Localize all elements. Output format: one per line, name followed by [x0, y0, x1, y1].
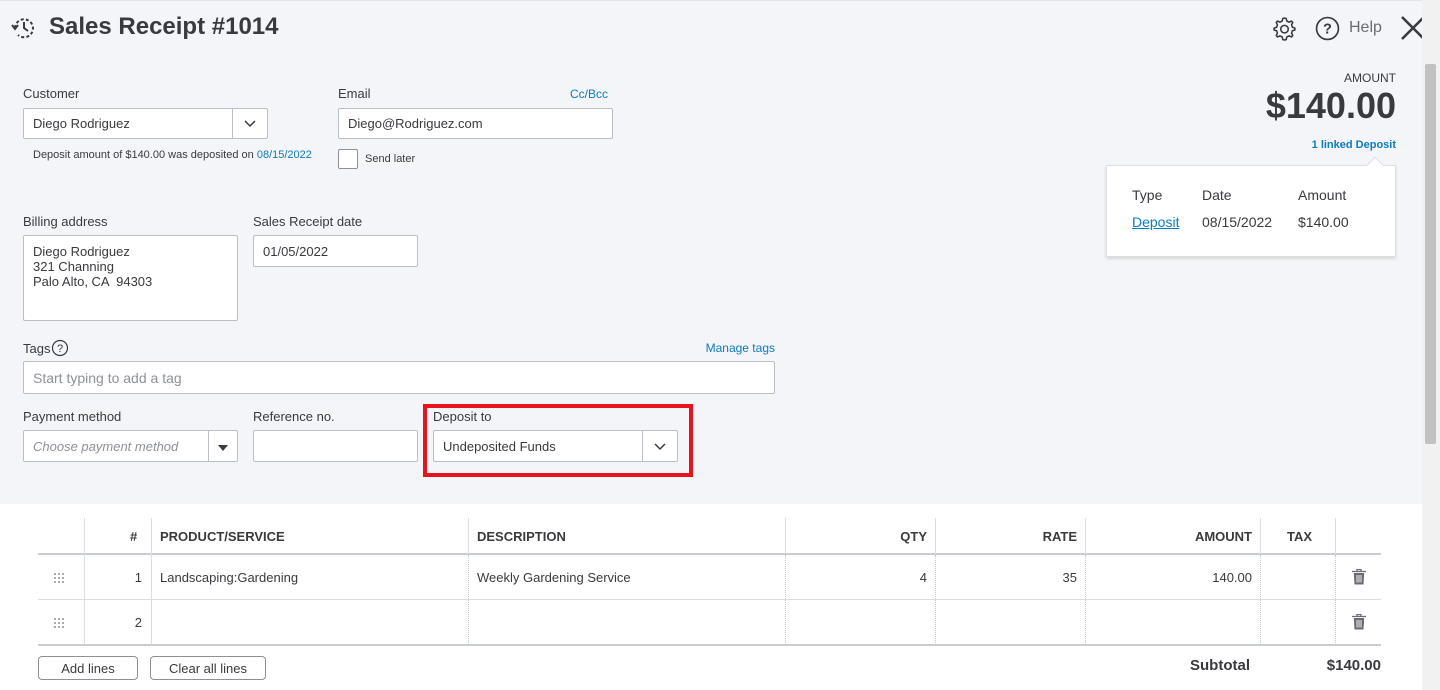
col-header-qty: QTY: [900, 528, 927, 544]
scrollbar-thumb[interactable]: [1425, 64, 1436, 444]
deposit-note-text: Deposit amount of $140.00 was deposited …: [33, 149, 254, 161]
sales-receipt-date-label: Sales Receipt date: [253, 214, 363, 229]
amount-value: $140.00: [1265, 85, 1396, 126]
svg-text:?: ?: [57, 343, 63, 355]
chevron-down-icon: [244, 116, 256, 131]
linked-col-type: Type: [1132, 187, 1163, 203]
page-title: Sales Receipt #1014: [49, 13, 279, 40]
send-later-checkbox[interactable]: [338, 149, 358, 169]
email-label: Email: [338, 86, 371, 101]
row-amount[interactable]: 140.00: [1212, 555, 1252, 599]
help-icon[interactable]: ?: [1315, 16, 1340, 41]
col-header-product: PRODUCT/SERVICE: [160, 528, 285, 544]
sales-receipt-date-field[interactable]: 01/05/2022: [253, 235, 418, 267]
subtotal-value: $140.00: [1326, 657, 1381, 674]
col-header-amount: AMOUNT: [1194, 528, 1252, 544]
customer-select[interactable]: Diego Rodriguez: [23, 108, 268, 139]
recent-transactions-icon[interactable]: [10, 14, 38, 42]
payment-method-dropdown-button[interactable]: [208, 431, 237, 461]
trash-icon[interactable]: [1352, 568, 1366, 585]
email-value: Diego@Rodriguez.com: [348, 116, 483, 131]
customer-value: Diego Rodriguez: [33, 116, 130, 131]
tags-input[interactable]: Start typing to add a tag: [23, 361, 775, 394]
drag-handle-icon[interactable]: [53, 571, 65, 583]
table-bottom-border: [38, 644, 1381, 646]
linked-col-date: Date: [1202, 187, 1232, 203]
col-header-num: #: [130, 528, 138, 544]
cc-bcc-link[interactable]: Cc/Bcc: [570, 87, 608, 101]
linked-deposit-type-link[interactable]: Deposit: [1132, 214, 1179, 230]
customer-dropdown-button[interactable]: [232, 109, 267, 138]
billing-address-label: Billing address: [23, 214, 108, 229]
row-rate[interactable]: 35: [1063, 555, 1077, 599]
row-number: 1: [134, 569, 142, 585]
payment-method-label: Payment method: [23, 409, 122, 424]
row-description[interactable]: Weekly Gardening Service: [477, 555, 631, 599]
linked-deposit-date: 08/15/2022: [1202, 214, 1273, 230]
linked-col-amount: Amount: [1298, 187, 1347, 203]
amount-label: AMOUNT: [1344, 71, 1396, 85]
billing-address-textarea[interactable]: Diego Rodriguez 321 Channing Palo Alto, …: [23, 235, 238, 321]
row-product[interactable]: Landscaping:Gardening: [160, 555, 298, 599]
manage-tags-link[interactable]: Manage tags: [706, 341, 775, 355]
row-number: 2: [134, 614, 142, 630]
help-link[interactable]: Help: [1349, 19, 1382, 37]
col-header-tax: TAX: [1287, 528, 1313, 544]
row-divider: [38, 599, 1381, 600]
svg-text:?: ?: [1323, 22, 1332, 38]
row-qty[interactable]: 4: [920, 555, 927, 599]
col-header-description: DESCRIPTION: [477, 528, 566, 544]
payment-method-placeholder: Choose payment method: [33, 438, 179, 454]
customer-label: Customer: [23, 86, 80, 101]
deposit-note: Deposit amount of $140.00 was deposited …: [33, 149, 312, 161]
send-later-label: Send later: [365, 153, 416, 165]
col-header-rate: RATE: [1042, 528, 1077, 544]
billing-line: Diego Rodriguez: [33, 244, 130, 259]
subtotal-label: Subtotal: [1190, 657, 1250, 674]
tags-label: Tags: [23, 341, 51, 356]
tags-placeholder: Start typing to add a tag: [33, 369, 182, 386]
sales-receipt-date-value: 01/05/2022: [263, 243, 329, 259]
tags-help-icon[interactable]: ?: [51, 339, 69, 357]
deposit-note-date-link[interactable]: 08/15/2022: [257, 149, 312, 161]
email-field[interactable]: Diego@Rodriguez.com: [338, 108, 613, 139]
deposit-to-highlight: [423, 404, 693, 477]
caret-down-icon: [218, 439, 228, 454]
trash-icon[interactable]: [1352, 613, 1366, 630]
drag-handle-icon[interactable]: [53, 616, 65, 628]
reference-no-field[interactable]: [253, 430, 418, 462]
add-lines-button[interactable]: Add lines: [38, 656, 138, 680]
reference-no-label: Reference no.: [253, 409, 335, 424]
billing-line: Palo Alto, CA 94303: [33, 274, 153, 289]
linked-deposit-link[interactable]: 1 linked Deposit: [1312, 139, 1396, 151]
clear-all-lines-button[interactable]: Clear all lines: [150, 656, 266, 680]
linked-deposit-amount: $140.00: [1298, 214, 1349, 230]
linked-deposit-panel: Type Date Amount Deposit 08/15/2022 $140…: [1106, 156, 1396, 257]
payment-method-select[interactable]: Choose payment method: [23, 430, 238, 462]
billing-line: 321 Channing: [33, 259, 114, 274]
gear-icon[interactable]: [1272, 16, 1297, 41]
